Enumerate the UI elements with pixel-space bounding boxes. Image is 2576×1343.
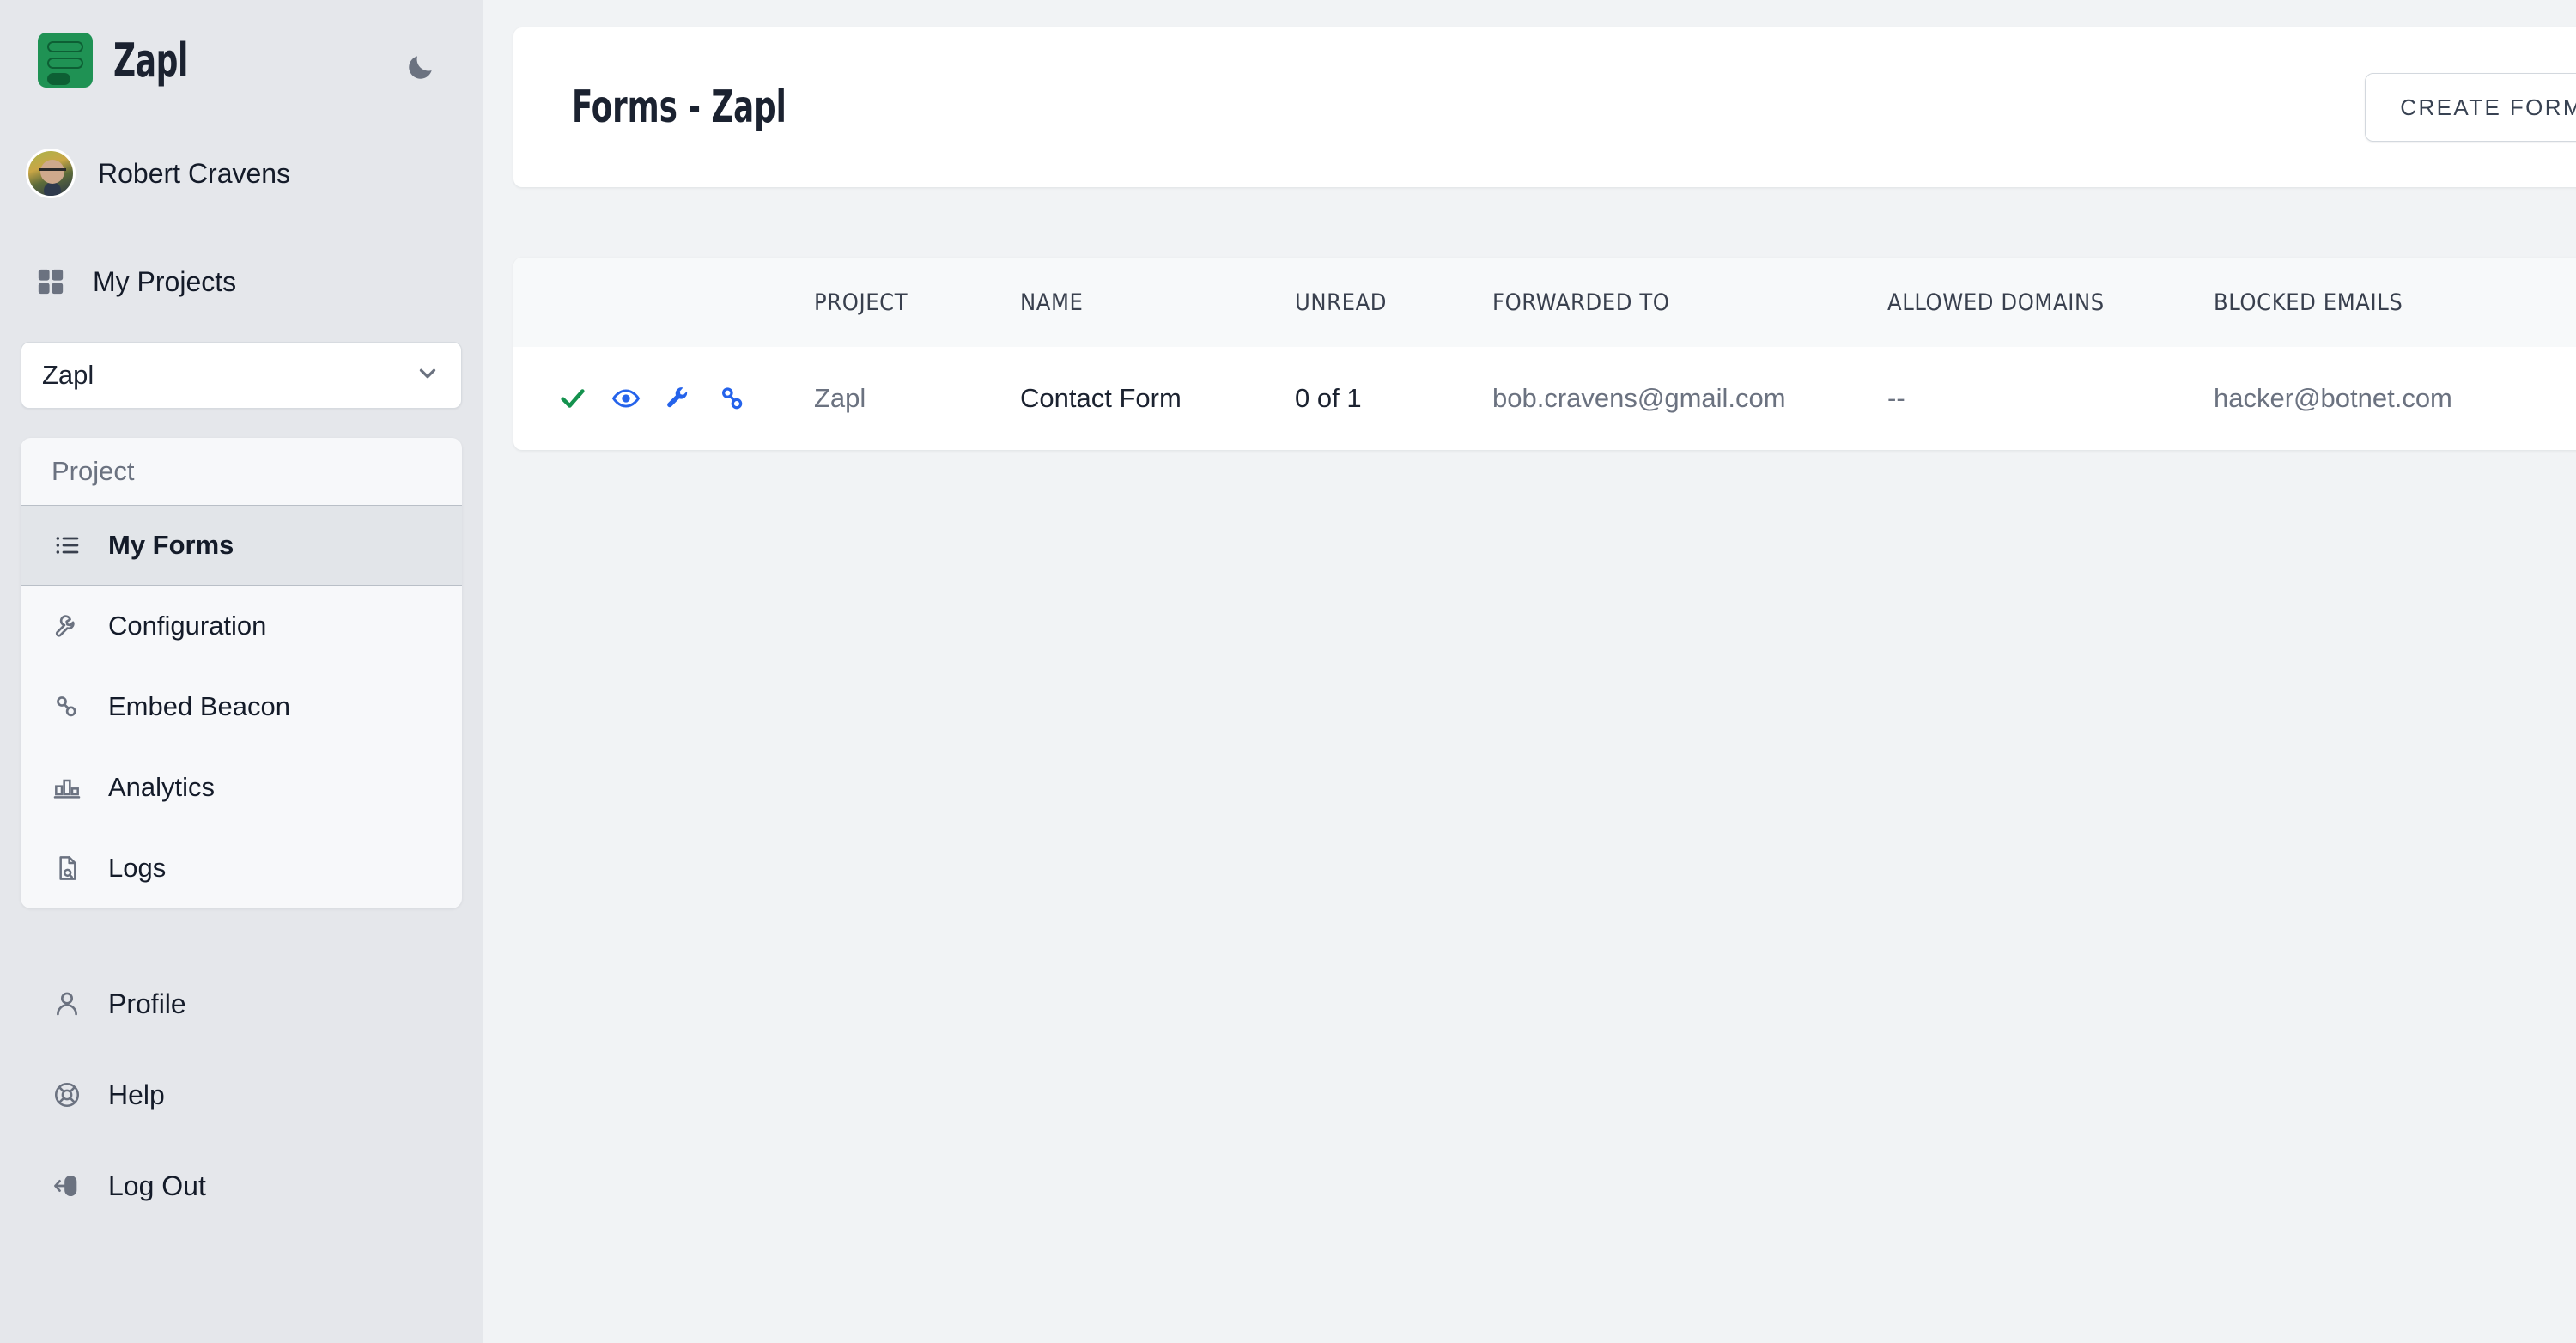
project-menu-heading: Project	[52, 456, 135, 486]
zapl-logo-icon	[38, 33, 93, 88]
my-projects-label: My Projects	[93, 265, 237, 297]
my-forms-label: My Forms	[108, 530, 234, 560]
table-header-row: PROJECT NAME UNREAD FORWARDED TO ALLOWED…	[513, 258, 2576, 347]
project-menu: Project My Forms Configuration Embed Bea…	[21, 438, 462, 908]
create-form-button[interactable]: CREATE FORM	[2365, 73, 2576, 142]
row-actions-cell	[513, 347, 814, 450]
sidebar-item-analytics[interactable]: Analytics	[21, 747, 462, 828]
lifebuoy-icon	[45, 1080, 89, 1109]
configuration-label: Configuration	[108, 611, 267, 641]
sidebar-item-log-out[interactable]: Log Out	[21, 1140, 462, 1231]
sidebar-item-my-projects[interactable]: My Projects	[21, 246, 462, 318]
brand-name: Zapl	[113, 33, 188, 88]
sidebar-item-profile[interactable]: Profile	[21, 958, 462, 1049]
cell-forwarded-to: bob.cravens@gmail.com	[1492, 383, 1786, 413]
sidebar-item-configuration[interactable]: Configuration	[21, 586, 462, 666]
project-select-value: Zapl	[42, 360, 94, 390]
grid-icon	[27, 267, 74, 296]
project-select[interactable]: Zapl	[21, 342, 462, 409]
sidebar-item-my-forms[interactable]: My Forms	[21, 505, 462, 586]
person-icon	[45, 989, 89, 1018]
cell-name: Contact Form	[1020, 383, 1182, 413]
eye-icon[interactable]	[611, 384, 641, 413]
moon-icon[interactable]	[398, 45, 443, 89]
cell-project: Zapl	[814, 383, 866, 413]
logout-icon	[45, 1171, 89, 1200]
wrench-icon	[45, 612, 89, 640]
table-row: Zapl Contact Form 0 of 1 bob.cravens@gma…	[513, 347, 2576, 450]
cell-blocked-emails: hacker@botnet.com	[2214, 383, 2452, 413]
check-icon[interactable]	[558, 384, 587, 413]
cell-allowed-domains: --	[1887, 383, 1905, 413]
link-icon[interactable]	[718, 384, 747, 413]
column-header-forwarded-to: FORWARDED TO	[1492, 289, 1670, 316]
user-profile-row[interactable]: Robert Cravens	[21, 132, 462, 215]
forms-table: PROJECT NAME UNREAD FORWARDED TO ALLOWED…	[513, 258, 2576, 450]
column-header-blocked-emails: BLOCKED EMAILS	[2214, 289, 2403, 316]
cell-unread: 0 of 1	[1295, 383, 1362, 413]
sidebar-item-help[interactable]: Help	[21, 1049, 462, 1140]
logs-label: Logs	[108, 853, 167, 883]
column-header-allowed-domains: ALLOWED DOMAINS	[1887, 289, 2105, 316]
sidebar: Zapl Robert Cravens My Projects Zapl Pro…	[0, 0, 483, 1343]
link-icon	[45, 693, 89, 720]
document-search-icon	[45, 854, 89, 882]
chevron-down-icon	[415, 361, 440, 391]
page-header: Forms - Zapl CREATE FORM	[513, 27, 2576, 187]
wrench-icon[interactable]	[665, 384, 694, 413]
sidebar-bottom-nav: Profile Help Log Out	[21, 958, 462, 1231]
brand: Zapl	[21, 0, 462, 120]
column-header-unread: UNREAD	[1295, 289, 1388, 316]
list-icon	[45, 532, 89, 559]
avatar	[26, 149, 76, 198]
page-title: Forms - Zapl	[572, 82, 787, 133]
analytics-label: Analytics	[108, 772, 216, 802]
help-label: Help	[108, 1079, 165, 1110]
column-header-actions	[513, 258, 814, 347]
main-content: Forms - Zapl CREATE FORM PROJECT NAME UN…	[483, 0, 2576, 1343]
log-out-label: Log Out	[108, 1170, 206, 1201]
embed-beacon-label: Embed Beacon	[108, 691, 290, 721]
bar-chart-icon	[45, 774, 89, 801]
sidebar-item-embed-beacon[interactable]: Embed Beacon	[21, 666, 462, 747]
profile-label: Profile	[108, 988, 186, 1019]
column-header-project: PROJECT	[814, 289, 908, 316]
column-header-name: NAME	[1020, 289, 1084, 316]
user-name: Robert Cravens	[98, 157, 291, 189]
app-root: Zapl Robert Cravens My Projects Zapl Pro…	[0, 0, 2576, 1343]
sidebar-item-logs[interactable]: Logs	[21, 828, 462, 908]
